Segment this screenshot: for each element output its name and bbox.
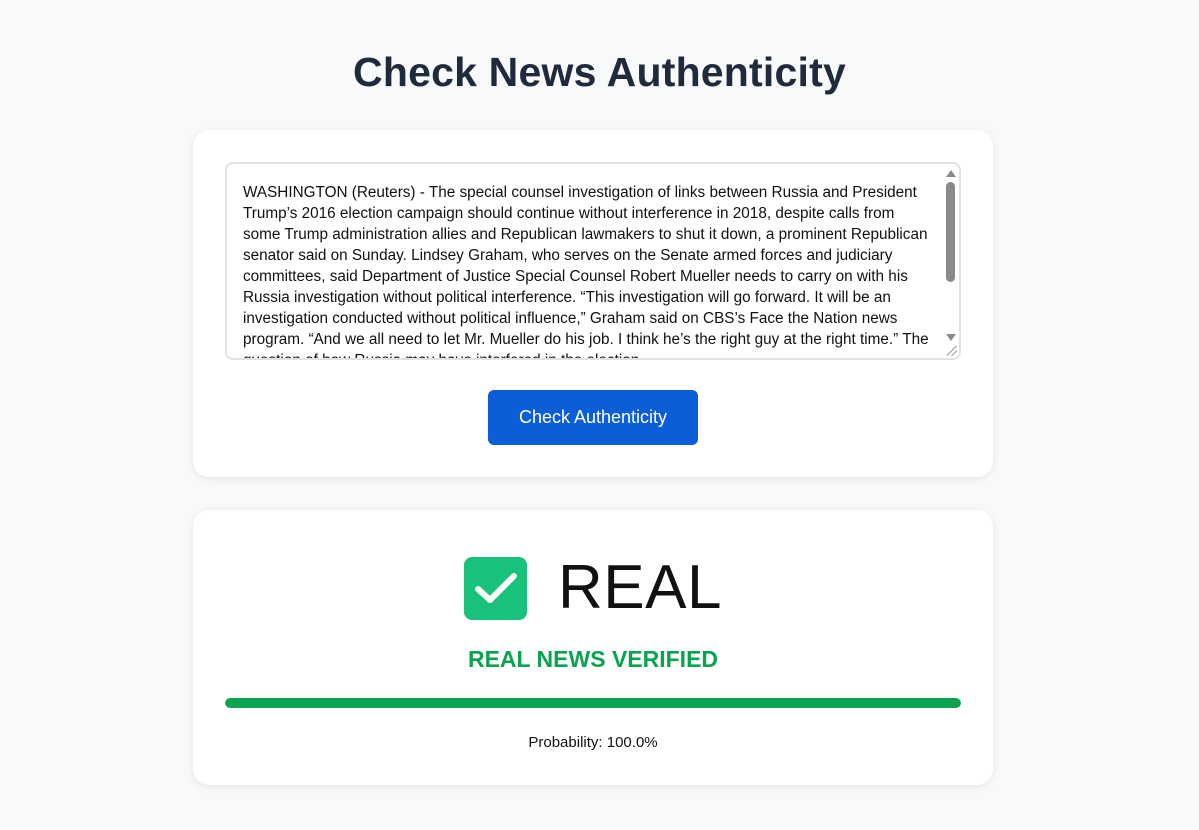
scroll-down-icon[interactable] bbox=[946, 334, 956, 341]
check-authenticity-button[interactable]: Check Authenticity bbox=[488, 390, 698, 445]
probability-bar bbox=[225, 698, 961, 708]
textarea-scrollbar[interactable] bbox=[942, 164, 959, 358]
scroll-thumb[interactable] bbox=[946, 182, 955, 282]
result-header: REAL bbox=[193, 556, 993, 620]
page-title: Check News Authenticity bbox=[353, 49, 846, 95]
page: Check News Authenticity WASHINGTON (Reut… bbox=[0, 0, 1199, 830]
check-icon bbox=[464, 556, 528, 620]
probability-text: Probability: 100.0% bbox=[528, 734, 658, 751]
news-text-input[interactable]: WASHINGTON (Reuters) - The special couns… bbox=[225, 162, 961, 360]
scroll-up-icon[interactable] bbox=[946, 170, 956, 177]
news-text-content[interactable]: WASHINGTON (Reuters) - The special couns… bbox=[243, 182, 933, 358]
probability-bar-fill bbox=[225, 698, 961, 708]
result-subtitle: REAL NEWS VERIFIED bbox=[467, 646, 719, 672]
result-card: REAL REAL NEWS VERIFIED Probability: 100… bbox=[193, 510, 993, 785]
result-label: REAL bbox=[558, 553, 722, 622]
resize-grip-icon[interactable] bbox=[947, 346, 957, 356]
input-card: WASHINGTON (Reuters) - The special couns… bbox=[193, 130, 993, 477]
